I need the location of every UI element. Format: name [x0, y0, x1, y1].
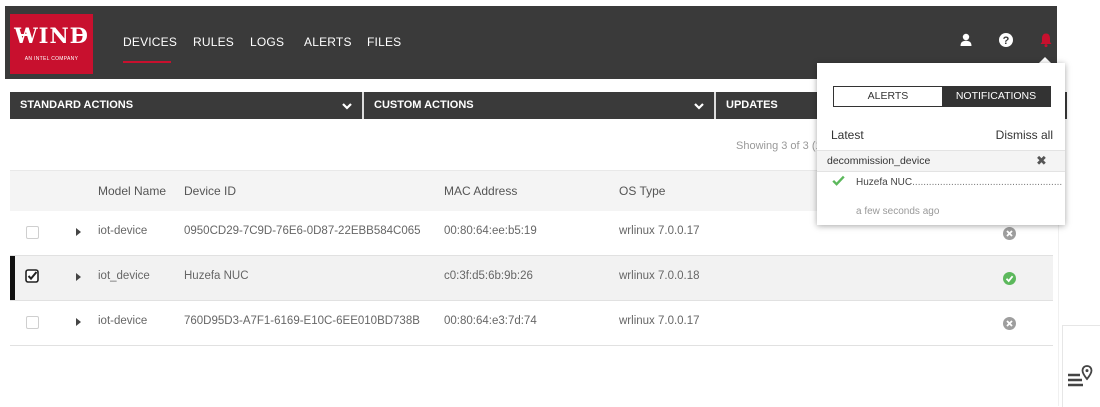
- chevron-down-icon: [694, 103, 704, 110]
- tab-notifications[interactable]: NOTIFICATIONS: [942, 87, 1050, 106]
- cell-model: iot_device: [98, 270, 150, 282]
- nav-devices[interactable]: DEVICES: [123, 35, 177, 49]
- standard-actions-dropdown[interactable]: STANDARD ACTIONS: [10, 92, 362, 119]
- check-icon: [832, 175, 845, 186]
- user-icon[interactable]: [958, 32, 974, 48]
- cell-mac: c0:3f:d5:6b:9b:26: [444, 270, 533, 282]
- column-header-model[interactable]: Model Name: [98, 184, 166, 198]
- nav-alerts[interactable]: ALERTS: [304, 35, 352, 49]
- column-header-device-id[interactable]: Device ID: [184, 184, 236, 198]
- standard-actions-label: STANDARD ACTIONS: [20, 99, 134, 111]
- notification-dots: ........................................…: [912, 177, 1063, 188]
- logo-subtitle: AN INTEL COMPANY: [24, 56, 79, 62]
- custom-actions-label: CUSTOM ACTIONS: [374, 99, 474, 111]
- svg-text:?: ?: [1003, 35, 1010, 47]
- row-checkbox[interactable]: [26, 226, 39, 239]
- notification-time: a few seconds ago: [856, 206, 940, 217]
- side-panel-toggle[interactable]: [1062, 325, 1100, 407]
- column-header-os[interactable]: OS Type: [619, 184, 665, 198]
- help-icon[interactable]: ?: [998, 32, 1014, 48]
- table-row[interactable]: iot-device 760D95D3-A7F1-6169-E10C-6EE01…: [10, 301, 1053, 346]
- cell-os: wrlinux 7.0.0.17: [619, 315, 700, 327]
- notification-group-header: decommission_device ✖: [817, 150, 1065, 172]
- cell-device-id: Huzefa NUC: [184, 270, 249, 282]
- dismiss-all-link[interactable]: Dismiss all: [996, 128, 1053, 142]
- cell-os: wrlinux 7.0.0.18: [619, 270, 700, 282]
- latest-label: Latest: [831, 128, 864, 142]
- offline-status-icon: [1003, 317, 1016, 330]
- close-icon[interactable]: ✖: [1036, 153, 1047, 169]
- nav-logs[interactable]: LOGS: [250, 35, 284, 49]
- bell-icon[interactable]: [1038, 32, 1054, 48]
- cell-model: iot-device: [98, 315, 148, 327]
- column-header-mac[interactable]: MAC Address: [444, 184, 517, 198]
- notification-item[interactable]: Huzefa NUC..............................…: [856, 177, 1062, 188]
- expand-caret-icon[interactable]: [76, 273, 81, 281]
- expand-caret-icon[interactable]: [76, 318, 81, 326]
- cell-mac: 00:80:64:ee:b5:19: [444, 225, 537, 237]
- row-checkbox[interactable]: [26, 316, 39, 329]
- logo-accent-line: [75, 34, 85, 36]
- row-checkbox-checked[interactable]: [25, 269, 39, 283]
- nav-rules[interactable]: RULES: [193, 35, 234, 49]
- notifications-popup: ALERTS NOTIFICATIONS Latest Dismiss all …: [817, 63, 1065, 225]
- notification-group-title: decommission_device: [827, 155, 931, 167]
- popup-tabs: ALERTS NOTIFICATIONS: [833, 86, 1051, 107]
- active-nav-indicator: [123, 61, 171, 63]
- offline-status-icon: [1003, 227, 1016, 240]
- table-row[interactable]: iot_device Huzefa NUC c0:3f:d5:6b:9b:26 …: [10, 256, 1053, 301]
- expand-caret-icon[interactable]: [76, 228, 81, 236]
- cell-model: iot-device: [98, 225, 148, 237]
- cell-device-id: 760D95D3-A7F1-6169-E10C-6EE010BD738B: [184, 315, 420, 327]
- chevron-down-icon: [342, 103, 352, 110]
- cell-device-id: 0950CD29-7C9D-76E6-0D87-22EBB584C065: [184, 225, 421, 237]
- custom-actions-dropdown[interactable]: CUSTOM ACTIONS: [364, 92, 714, 119]
- cell-os: wrlinux 7.0.0.17: [619, 225, 700, 237]
- selected-row-indicator: [10, 256, 15, 300]
- notification-device: Huzefa NUC: [856, 177, 913, 188]
- cell-mac: 00:80:64:e3:7d:74: [444, 315, 537, 327]
- wind-logo[interactable]: WIND AN INTEL COMPANY: [10, 14, 93, 74]
- updates-label: UPDATES: [726, 99, 778, 111]
- tab-alerts[interactable]: ALERTS: [834, 87, 942, 106]
- list-location-icon: [1068, 365, 1093, 387]
- online-status-icon: [1003, 272, 1016, 285]
- nav-files[interactable]: FILES: [367, 35, 401, 49]
